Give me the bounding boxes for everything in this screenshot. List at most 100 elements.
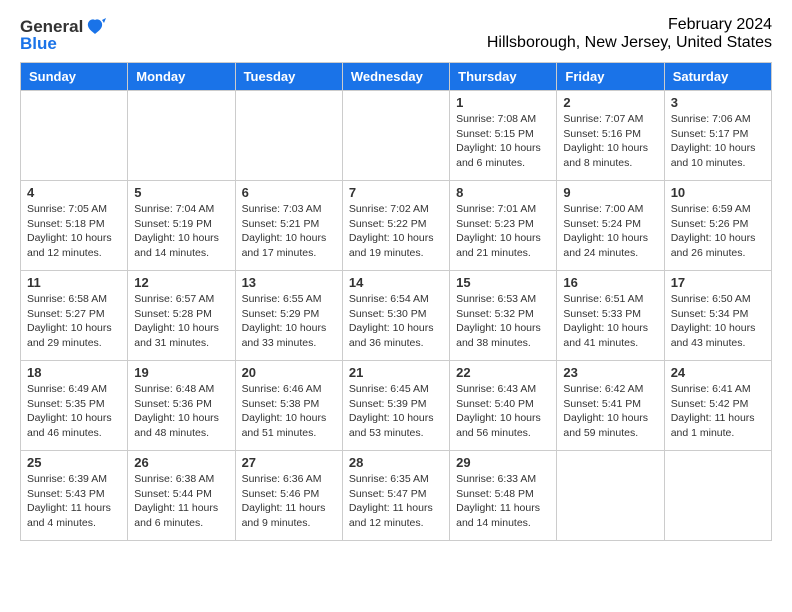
weekday-header-tuesday: Tuesday [235, 63, 342, 91]
calendar-day-24: 24Sunrise: 6:41 AM Sunset: 5:42 PM Dayli… [664, 361, 771, 451]
calendar-day-13: 13 Sunrise: 6:55 AM Sunset: 5:29 PM Dayli… [235, 271, 342, 361]
day-info: Sunrise: 6:35 AM Sunset: 5:47 PM Dayligh… [349, 472, 443, 531]
day-number: 28 [349, 455, 443, 470]
calendar-day-17: 17 Sunrise: 6:50 AM Sunset: 5:34 PM Dayli… [664, 271, 771, 361]
calendar-day-3: 3 Sunrise: 7:06 AM Sunset: 5:17 PM Daylig… [664, 91, 771, 181]
day-info: Sunrise: 6:51 AM Sunset: 5:33 PM Dayligh… [563, 292, 657, 351]
calendar-day-21: 21 Sunrise: 6:45 AM Sunset: 5:39 PM Dayli… [342, 361, 449, 451]
day-number: 16 [563, 275, 657, 290]
day-number: 2 [563, 95, 657, 110]
day-number: 18 [27, 365, 121, 380]
day-info: Sunrise: 6:59 AM Sunset: 5:26 PM Dayligh… [671, 202, 765, 261]
day-info: Sunrise: 6:46 AM Sunset: 5:38 PM Dayligh… [242, 382, 336, 441]
weekday-header-thursday: Thursday [450, 63, 557, 91]
weekday-header-saturday: Saturday [664, 63, 771, 91]
day-number: 5 [134, 185, 228, 200]
calendar-week-row: 25 Sunrise: 6:39 AM Sunset: 5:43 PM Dayli… [21, 451, 772, 541]
day-number: 3 [671, 95, 765, 110]
day-number: 8 [456, 185, 550, 200]
day-info: Sunrise: 6:41 AM Sunset: 5:42 PM Dayligh… [671, 382, 765, 441]
day-info: Sunrise: 6:43 AM Sunset: 5:40 PM Dayligh… [456, 382, 550, 441]
day-info: Sunrise: 6:53 AM Sunset: 5:32 PM Dayligh… [456, 292, 550, 351]
weekday-header-monday: Monday [128, 63, 235, 91]
calendar-day-5: 5 Sunrise: 7:04 AM Sunset: 5:19 PM Daylig… [128, 181, 235, 271]
day-info: Sunrise: 7:08 AM Sunset: 5:15 PM Dayligh… [456, 112, 550, 171]
calendar-day-26: 26 Sunrise: 6:38 AM Sunset: 5:44 PM Dayli… [128, 451, 235, 541]
calendar-day-27: 27Sunrise: 6:36 AM Sunset: 5:46 PM Dayli… [235, 451, 342, 541]
day-number: 1 [456, 95, 550, 110]
calendar-week-row: 18Sunrise: 6:49 AM Sunset: 5:35 PM Dayli… [21, 361, 772, 451]
calendar-day-4: 4 Sunrise: 7:05 AM Sunset: 5:18 PM Daylig… [21, 181, 128, 271]
day-number: 9 [563, 185, 657, 200]
day-number: 6 [242, 185, 336, 200]
day-info: Sunrise: 6:33 AM Sunset: 5:48 PM Dayligh… [456, 472, 550, 531]
calendar-day-2: 2 Sunrise: 7:07 AM Sunset: 5:16 PM Daylig… [557, 91, 664, 181]
calendar-day-10: 10 Sunrise: 6:59 AM Sunset: 5:26 PM Dayli… [664, 181, 771, 271]
calendar-day-25: 25 Sunrise: 6:39 AM Sunset: 5:43 PM Dayli… [21, 451, 128, 541]
logo-bird-icon [84, 16, 106, 38]
day-info: Sunrise: 7:04 AM Sunset: 5:19 PM Dayligh… [134, 202, 228, 261]
calendar-day-1: 1 Sunrise: 7:08 AM Sunset: 5:15 PM Daylig… [450, 91, 557, 181]
calendar-day-11: 11Sunrise: 6:58 AM Sunset: 5:27 PM Dayli… [21, 271, 128, 361]
day-info: Sunrise: 6:57 AM Sunset: 5:28 PM Dayligh… [134, 292, 228, 351]
day-number: 23 [563, 365, 657, 380]
day-info: Sunrise: 6:45 AM Sunset: 5:39 PM Dayligh… [349, 382, 443, 441]
day-info: Sunrise: 7:00 AM Sunset: 5:24 PM Dayligh… [563, 202, 657, 261]
calendar-day-23: 23 Sunrise: 6:42 AM Sunset: 5:41 PM Dayli… [557, 361, 664, 451]
page-title: February 2024 [20, 16, 772, 34]
calendar-day-28: 28 Sunrise: 6:35 AM Sunset: 5:47 PM Dayli… [342, 451, 449, 541]
calendar-empty-cell [342, 91, 449, 181]
day-number: 13 [242, 275, 336, 290]
day-number: 25 [27, 455, 121, 470]
day-info: Sunrise: 6:55 AM Sunset: 5:29 PM Dayligh… [242, 292, 336, 351]
calendar-day-19: 19 Sunrise: 6:48 AM Sunset: 5:36 PM Dayli… [128, 361, 235, 451]
day-info: Sunrise: 6:50 AM Sunset: 5:34 PM Dayligh… [671, 292, 765, 351]
day-info: Sunrise: 7:05 AM Sunset: 5:18 PM Dayligh… [27, 202, 121, 261]
calendar-day-7: 7 Sunrise: 7:02 AM Sunset: 5:22 PM Daylig… [342, 181, 449, 271]
day-number: 26 [134, 455, 228, 470]
calendar-table: SundayMondayTuesdayWednesdayThursdayFrid… [20, 62, 772, 541]
day-number: 19 [134, 365, 228, 380]
day-number: 17 [671, 275, 765, 290]
calendar-empty-cell [664, 451, 771, 541]
day-info: Sunrise: 7:07 AM Sunset: 5:16 PM Dayligh… [563, 112, 657, 171]
day-info: Sunrise: 7:03 AM Sunset: 5:21 PM Dayligh… [242, 202, 336, 261]
day-number: 4 [27, 185, 121, 200]
day-number: 10 [671, 185, 765, 200]
calendar-day-22: 22 Sunrise: 6:43 AM Sunset: 5:40 PM Dayli… [450, 361, 557, 451]
weekday-header-friday: Friday [557, 63, 664, 91]
day-info: Sunrise: 6:42 AM Sunset: 5:41 PM Dayligh… [563, 382, 657, 441]
page-header: General Blue February 2024 Hillsborough,… [20, 16, 772, 54]
calendar-day-16: 16 Sunrise: 6:51 AM Sunset: 5:33 PM Dayli… [557, 271, 664, 361]
calendar-day-12: 12 Sunrise: 6:57 AM Sunset: 5:28 PM Dayli… [128, 271, 235, 361]
calendar-day-20: 20Sunrise: 6:46 AM Sunset: 5:38 PM Dayli… [235, 361, 342, 451]
day-info: Sunrise: 6:39 AM Sunset: 5:43 PM Dayligh… [27, 472, 121, 531]
calendar-day-18: 18Sunrise: 6:49 AM Sunset: 5:35 PM Dayli… [21, 361, 128, 451]
calendar-day-14: 14Sunrise: 6:54 AM Sunset: 5:30 PM Dayli… [342, 271, 449, 361]
logo: General Blue [20, 16, 107, 54]
day-info: Sunrise: 7:06 AM Sunset: 5:17 PM Dayligh… [671, 112, 765, 171]
calendar-week-row: 4 Sunrise: 7:05 AM Sunset: 5:18 PM Daylig… [21, 181, 772, 271]
day-info: Sunrise: 7:01 AM Sunset: 5:23 PM Dayligh… [456, 202, 550, 261]
calendar-empty-cell [235, 91, 342, 181]
day-number: 7 [349, 185, 443, 200]
day-number: 12 [134, 275, 228, 290]
calendar-empty-cell [21, 91, 128, 181]
weekday-header-sunday: Sunday [21, 63, 128, 91]
day-info: Sunrise: 6:36 AM Sunset: 5:46 PM Dayligh… [242, 472, 336, 531]
day-info: Sunrise: 6:48 AM Sunset: 5:36 PM Dayligh… [134, 382, 228, 441]
day-number: 14 [349, 275, 443, 290]
calendar-week-row: 11Sunrise: 6:58 AM Sunset: 5:27 PM Dayli… [21, 271, 772, 361]
day-info: Sunrise: 7:02 AM Sunset: 5:22 PM Dayligh… [349, 202, 443, 261]
weekday-header-wednesday: Wednesday [342, 63, 449, 91]
day-number: 11 [27, 275, 121, 290]
page-subtitle: Hillsborough, New Jersey, United States [20, 34, 772, 52]
day-info: Sunrise: 6:38 AM Sunset: 5:44 PM Dayligh… [134, 472, 228, 531]
calendar-day-29: 29Sunrise: 6:33 AM Sunset: 5:48 PM Dayli… [450, 451, 557, 541]
day-number: 21 [349, 365, 443, 380]
calendar-day-9: 9 Sunrise: 7:00 AM Sunset: 5:24 PM Daylig… [557, 181, 664, 271]
calendar-empty-cell [128, 91, 235, 181]
calendar-day-6: 6 Sunrise: 7:03 AM Sunset: 5:21 PM Daylig… [235, 181, 342, 271]
calendar-day-15: 15Sunrise: 6:53 AM Sunset: 5:32 PM Dayli… [450, 271, 557, 361]
day-number: 22 [456, 365, 550, 380]
